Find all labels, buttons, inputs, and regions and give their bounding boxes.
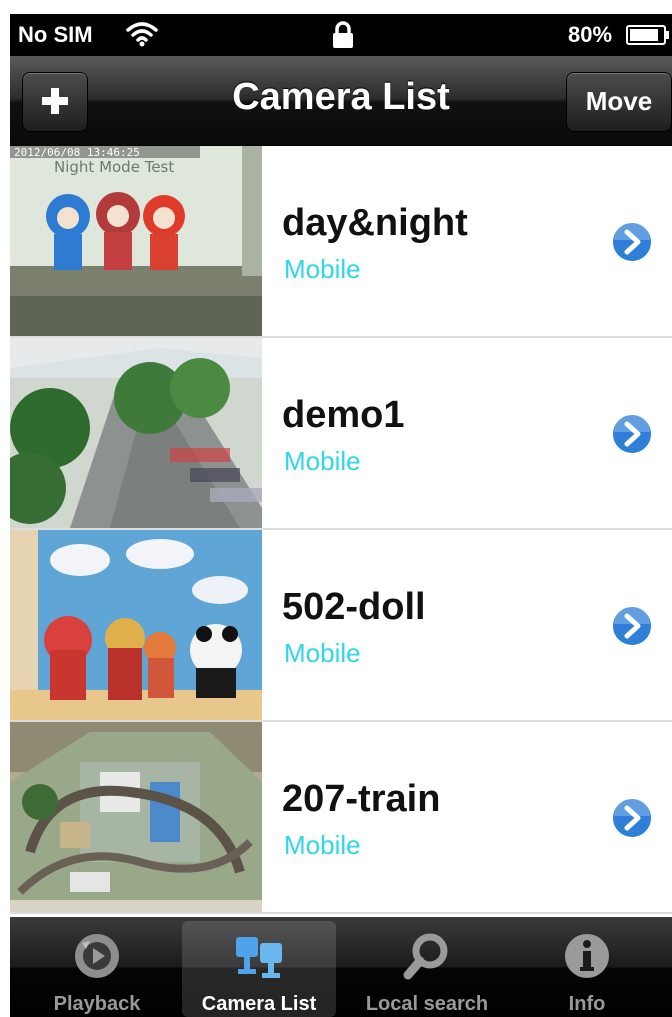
navigation-bar: Camera List Move	[10, 56, 672, 146]
tab-label: Camera List	[201, 993, 317, 1015]
wifi-icon	[126, 22, 158, 47]
camera-thumbnail: 2012/06/08 13:46:25 Night Mode Test	[10, 146, 262, 336]
disclosure-arrow-icon[interactable]	[610, 412, 654, 456]
tab-label: Info	[568, 993, 606, 1015]
camera-name: demo1	[282, 394, 405, 436]
camera-row[interactable]: 207-train Mobile	[10, 722, 672, 914]
disclosure-arrow-icon[interactable]	[610, 220, 654, 264]
camera-row[interactable]: demo1 Mobile	[10, 338, 672, 530]
tab-label: Local search	[365, 993, 489, 1015]
camera-name: day&night	[282, 202, 468, 244]
camera-thumbnail	[10, 530, 262, 720]
lock-icon	[333, 21, 353, 48]
battery-icon	[626, 25, 669, 45]
carrier-label: No SIM	[18, 22, 93, 47]
camera-type: Mobile	[284, 254, 361, 284]
camera-row[interactable]: 2012/06/08 13:46:25 Night Mode Test day&…	[10, 146, 672, 338]
search-icon	[403, 933, 448, 980]
info-icon	[565, 934, 609, 978]
playback-icon	[75, 934, 119, 978]
tab-local-search[interactable]: Local search	[350, 921, 504, 1017]
move-button[interactable]: Move	[566, 72, 672, 132]
thumb-caption: Night Mode Test	[54, 158, 174, 176]
camera-list-icon	[236, 937, 282, 978]
camera-thumbnail	[10, 722, 262, 912]
camera-row[interactable]: 502-doll Mobile	[10, 530, 672, 722]
camera-type: Mobile	[284, 446, 361, 476]
camera-name: 207-train	[282, 778, 441, 820]
camera-name: 502-doll	[282, 586, 426, 628]
move-button-label: Move	[585, 86, 653, 116]
camera-thumbnail	[10, 338, 262, 528]
tab-label: Playback	[53, 993, 141, 1015]
battery-percent: 80%	[568, 22, 613, 47]
tab-playback[interactable]: Playback	[20, 921, 174, 1017]
disclosure-arrow-icon[interactable]	[610, 796, 654, 840]
status-bar: No SIM 80%	[10, 14, 672, 56]
disclosure-arrow-icon[interactable]	[610, 604, 654, 648]
tab-info[interactable]: Info	[510, 921, 664, 1017]
tab-camera-list[interactable]: Camera List	[182, 921, 336, 1017]
tab-bar: Playback Camera List Local search Info	[10, 917, 672, 1017]
camera-type: Mobile	[284, 830, 361, 860]
camera-type: Mobile	[284, 638, 361, 668]
